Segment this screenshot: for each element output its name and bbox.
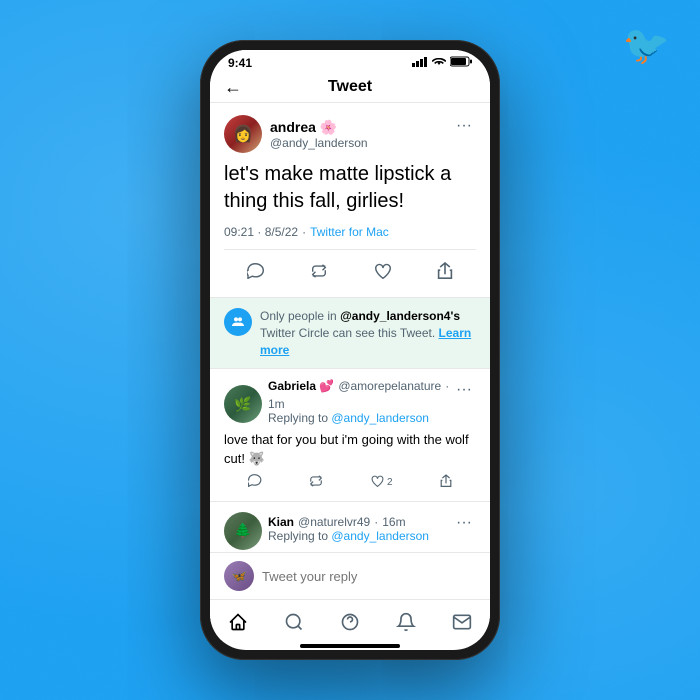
status-icons: [412, 56, 472, 70]
gabriela-like-action[interactable]: 2: [371, 475, 393, 490]
nav-messages[interactable]: [442, 608, 482, 636]
learn-more-link[interactable]: Learn more: [260, 326, 471, 357]
gabriela-text: love that for you but i'm going with the…: [224, 431, 476, 467]
kian-name-row: Kian @naturelvr49 · 16m: [268, 515, 429, 529]
reply-header-kian: 🌲 Kian @naturelvr49 · 16m Replying to @a…: [224, 512, 476, 550]
kian-time-val: 16m: [382, 515, 405, 529]
tweet-user: 👩 andrea 🌸 @andy_landerson: [224, 115, 368, 153]
share-icon: [437, 262, 453, 285]
twitter-logo-background: 🐦: [623, 24, 670, 68]
gabriela-like-icon: [371, 475, 384, 490]
signal-icon: [412, 57, 428, 70]
kian-info: Kian @naturelvr49 · 16m Replying to @and…: [268, 515, 429, 547]
share-action[interactable]: [433, 258, 457, 289]
reply-header-gabriela: 🌿 Gabriela 💕 @amorepelanature · 1m Reply…: [224, 379, 476, 429]
wifi-icon: [432, 57, 446, 70]
kian-handle: @naturelvr49: [298, 515, 370, 529]
tweet-text: let's make matte lipstick a thing this f…: [224, 161, 476, 215]
kian-avatar[interactable]: 🌲: [224, 512, 262, 550]
kian-replying: Replying to @andy_landerson: [268, 529, 429, 543]
tweet-meta: 09:21 · 8/5/22 · Twitter for Mac: [224, 225, 476, 239]
content-area: 👩 andrea 🌸 @andy_landerson ··· let's mak…: [210, 103, 490, 552]
retweet-action[interactable]: [306, 260, 332, 287]
nav-home[interactable]: [218, 608, 258, 636]
reply-tweet-gabriela: 🌿 Gabriela 💕 @amorepelanature · 1m Reply…: [210, 369, 490, 501]
home-indicator: [300, 644, 400, 648]
gabriela-share-icon: [440, 474, 452, 491]
user-name: andrea 🌸: [270, 119, 368, 136]
gabriela-avatar[interactable]: 🌿: [224, 385, 262, 423]
gabriela-time: ·: [445, 379, 449, 393]
tweet-header: 👩 andrea 🌸 @andy_landerson ···: [224, 115, 476, 153]
tweet-time: 09:21 · 8/5/22: [224, 225, 298, 239]
gabriela-info: Gabriela 💕 @amorepelanature · 1m Replyin…: [268, 379, 452, 429]
kian-replying-mention: @andy_landerson: [331, 529, 429, 543]
gabriela-more-button[interactable]: ···: [452, 379, 476, 401]
circle-notice-text: Only people in @andy_landerson4's Twitte…: [260, 308, 476, 358]
gabriela-reply-icon: [248, 474, 262, 490]
gabriela-retweet-action[interactable]: [309, 475, 323, 490]
nav-search[interactable]: [274, 608, 314, 636]
kian-name: Kian: [268, 515, 294, 529]
gabriela-retweet-icon: [309, 475, 323, 490]
status-bar: 9:41: [210, 50, 490, 72]
battery-icon: [450, 56, 472, 70]
gabriela-name: Gabriela 💕: [268, 379, 334, 393]
reply-avatar: 🦋: [224, 561, 254, 591]
gabriela-replying-mention: @andy_landerson: [331, 411, 429, 425]
user-avatar[interactable]: 👩: [224, 115, 262, 153]
reply-user-gabriela: 🌿 Gabriela 💕 @amorepelanature · 1m Reply…: [224, 379, 452, 429]
like-icon: [374, 263, 392, 284]
reply-action[interactable]: [243, 259, 269, 288]
reply-user-kian: 🌲 Kian @naturelvr49 · 16m Replying to @a…: [224, 512, 429, 550]
kian-more-button[interactable]: ···: [452, 512, 476, 534]
like-action[interactable]: [370, 259, 396, 288]
tweet-separator: ·: [302, 225, 306, 239]
gabriela-like-count: 2: [387, 477, 393, 488]
gabriela-name-row: Gabriela 💕 @amorepelanature · 1m: [268, 379, 452, 411]
kian-sep: ·: [374, 515, 378, 529]
gabriela-replying: Replying to @andy_landerson: [268, 411, 452, 425]
nav-bar: ← Tweet: [210, 72, 490, 103]
circle-mention: @andy_landerson4's: [340, 309, 460, 323]
reply-tweet-kian: 🌲 Kian @naturelvr49 · 16m Replying to @a…: [210, 502, 490, 552]
reply-input[interactable]: [262, 569, 476, 584]
gabriela-share-action[interactable]: [440, 474, 452, 491]
nav-notifications[interactable]: [386, 608, 426, 636]
gabriela-time-val: 1m: [268, 397, 285, 411]
nav-title: Tweet: [328, 78, 372, 96]
gabriela-reply-action[interactable]: [248, 474, 262, 490]
tweet-source[interactable]: Twitter for Mac: [310, 225, 389, 239]
gabriela-handle: @amorepelanature: [338, 379, 441, 393]
reply-icon: [247, 263, 265, 284]
main-tweet: 👩 andrea 🌸 @andy_landerson ··· let's mak…: [210, 103, 490, 298]
phone-frame: 9:41: [200, 40, 500, 660]
user-handle: @andy_landerson: [270, 136, 368, 150]
bottom-nav: [210, 599, 490, 640]
retweet-icon: [310, 264, 328, 283]
nav-spaces[interactable]: [330, 608, 370, 636]
reply-input-area: 🦋: [210, 552, 490, 599]
tweet-actions: [224, 249, 476, 297]
more-options-button[interactable]: ···: [452, 115, 476, 137]
back-button[interactable]: ←: [224, 77, 242, 98]
user-info: andrea 🌸 @andy_landerson: [270, 119, 368, 150]
phone-screen: 9:41: [210, 50, 490, 650]
gabriela-actions: 2: [224, 474, 476, 491]
circle-notice-icon: [224, 308, 252, 336]
status-time: 9:41: [228, 56, 252, 70]
circle-notice: Only people in @andy_landerson4's Twitte…: [210, 298, 490, 369]
